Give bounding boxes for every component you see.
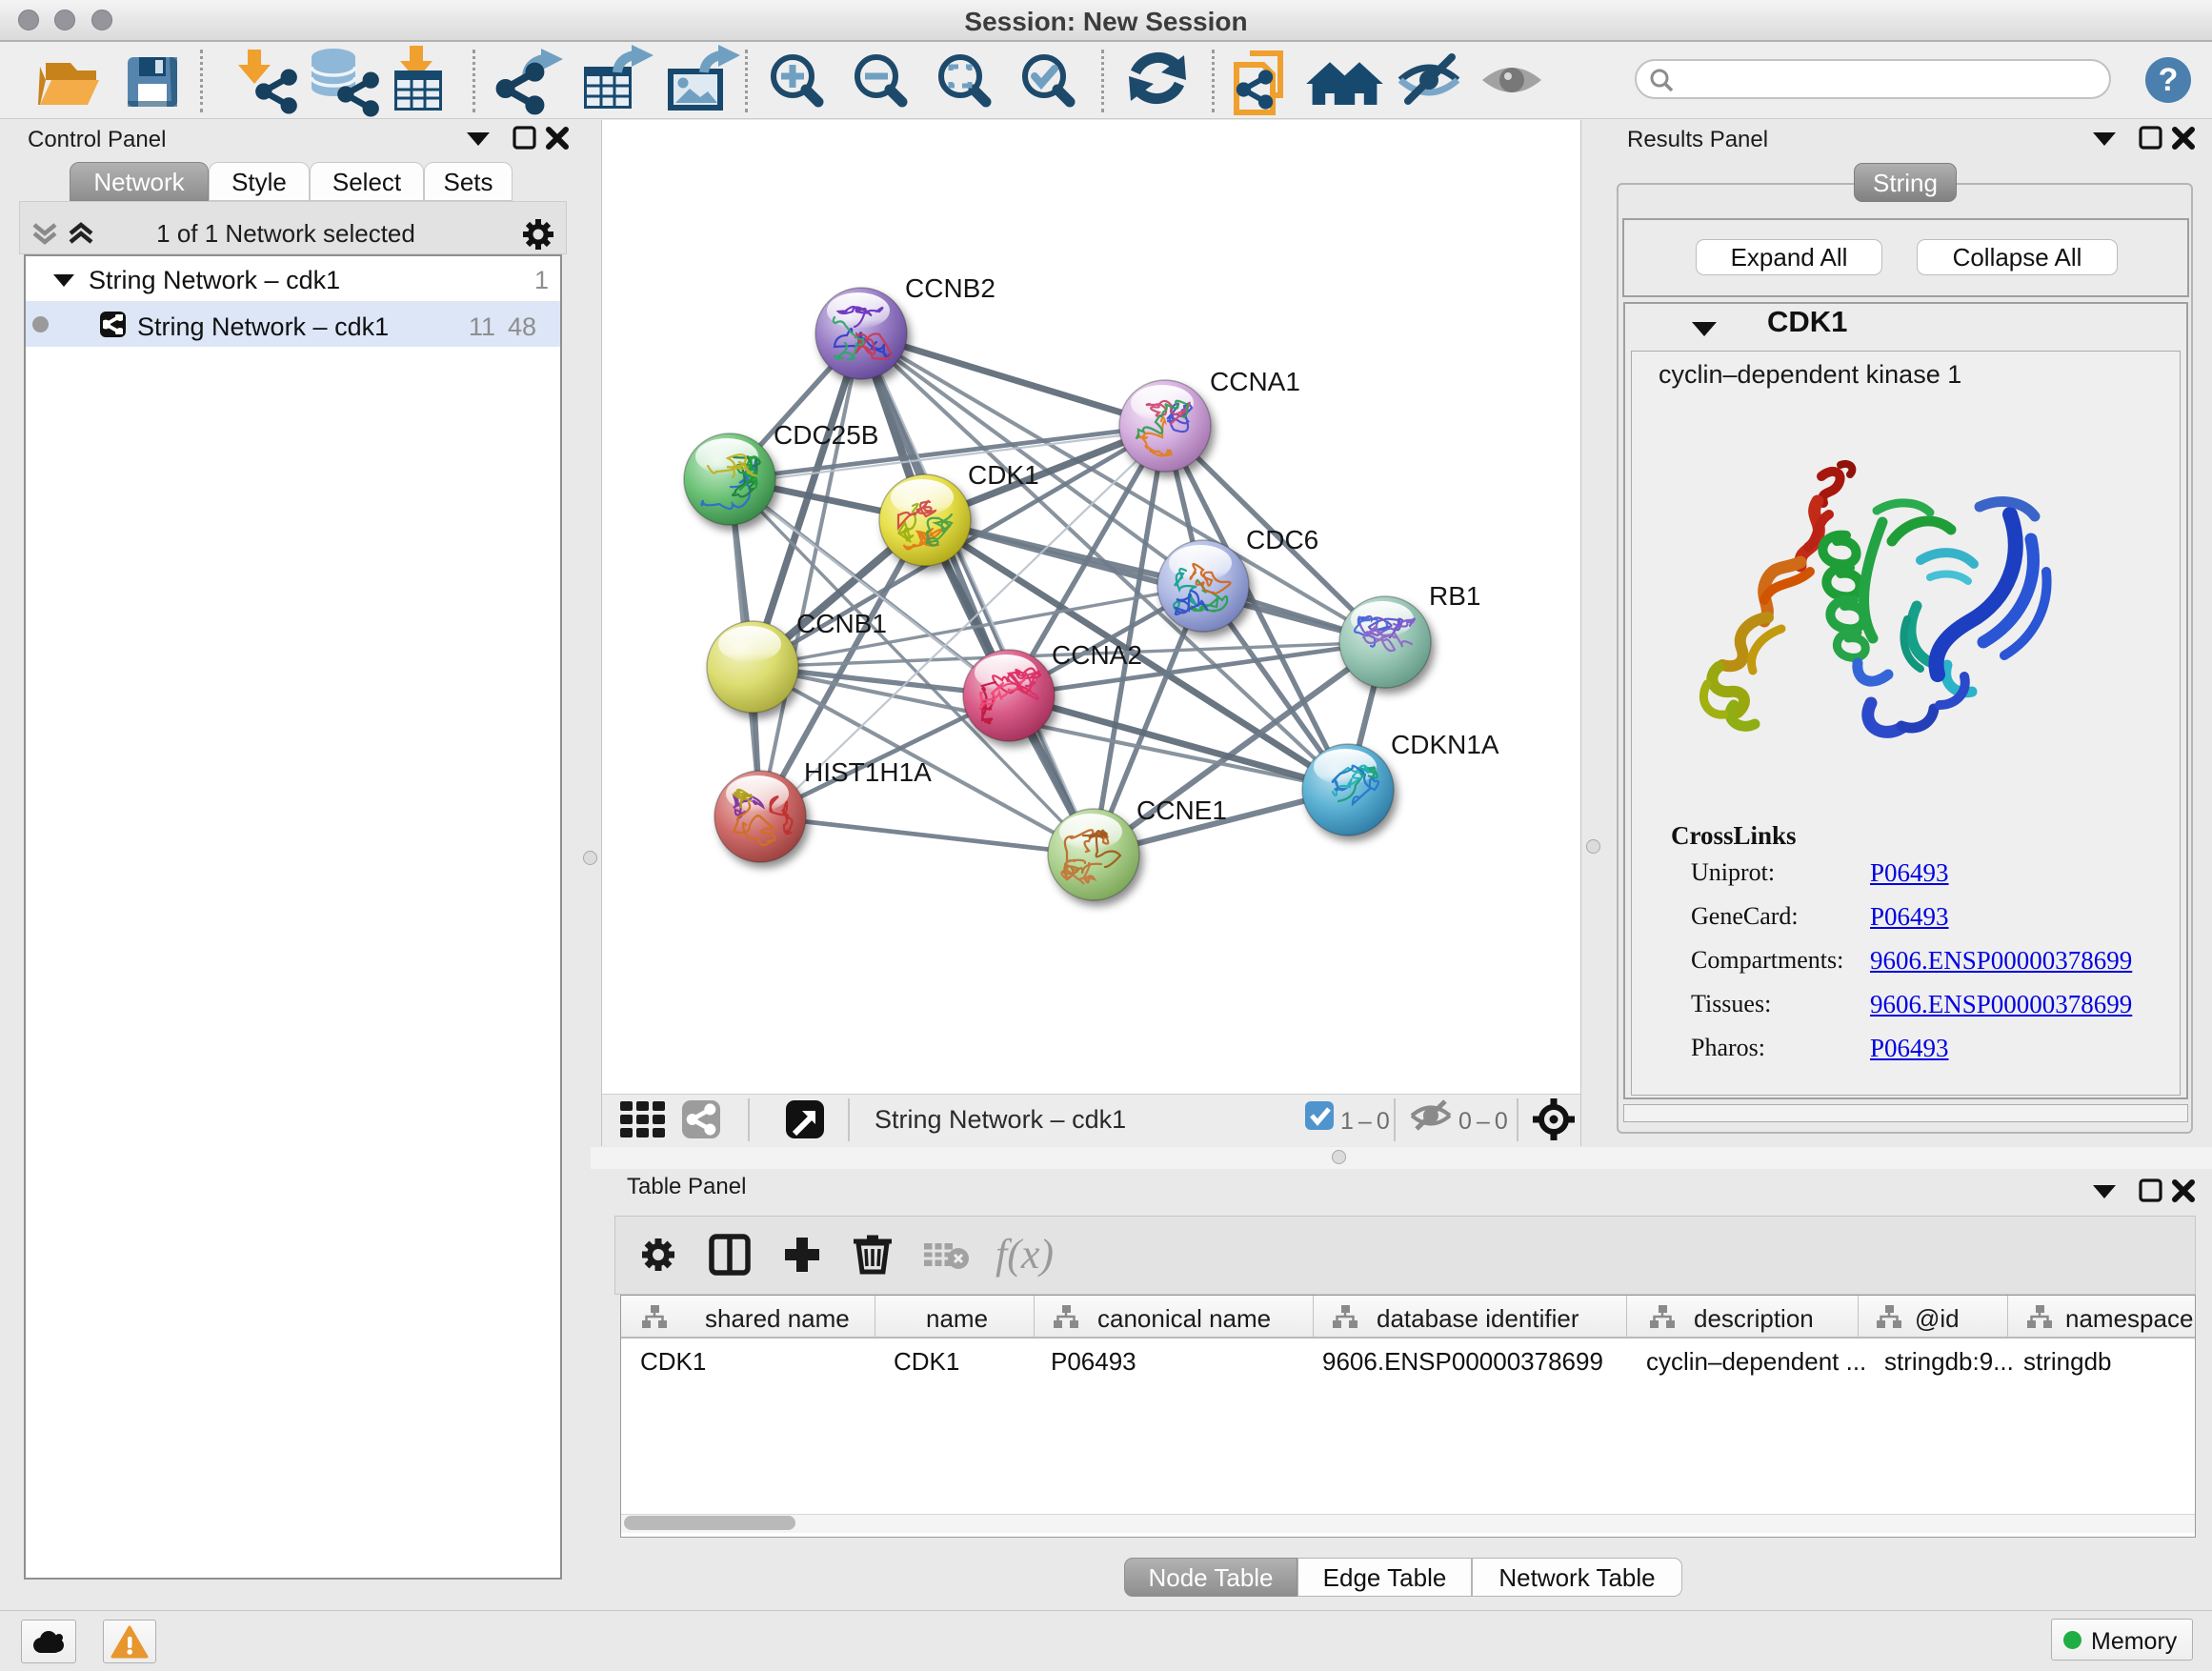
svg-text:HIST1H1A: HIST1H1A xyxy=(804,757,932,787)
svg-text:CDC6: CDC6 xyxy=(1246,525,1318,554)
svg-text:CCNB2: CCNB2 xyxy=(905,273,995,303)
svg-text:f(x): f(x) xyxy=(995,1231,1054,1278)
svg-text:CDC25B: CDC25B xyxy=(774,420,878,450)
svg-text:CCNA1: CCNA1 xyxy=(1210,367,1300,396)
svg-text:CDK1: CDK1 xyxy=(968,460,1039,490)
svg-text:CCNA2: CCNA2 xyxy=(1052,640,1142,670)
svg-text:CDKN1A: CDKN1A xyxy=(1391,730,1499,759)
svg-text:CCNB1: CCNB1 xyxy=(796,609,887,638)
svg-text:CCNE1: CCNE1 xyxy=(1136,795,1227,825)
svg-text:RB1: RB1 xyxy=(1429,581,1480,611)
